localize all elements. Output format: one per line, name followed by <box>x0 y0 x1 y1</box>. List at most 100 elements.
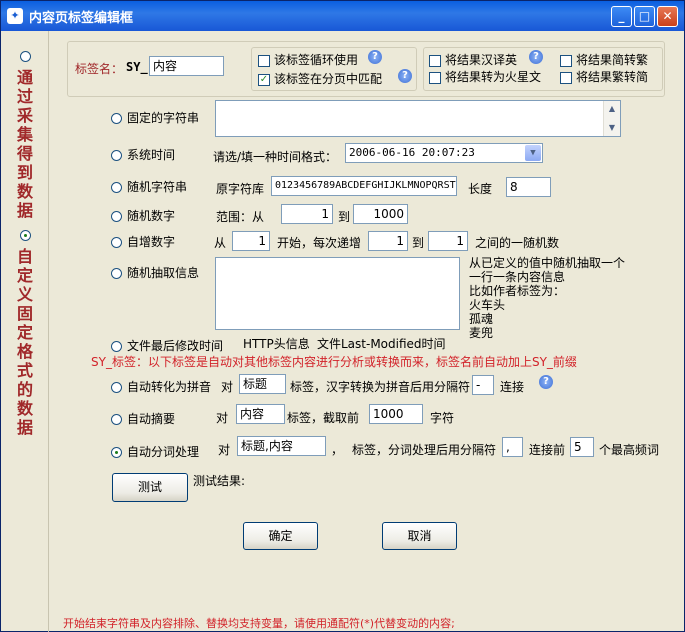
radio-custom-format[interactable] <box>20 230 31 241</box>
radio-random-extract[interactable] <box>111 268 122 279</box>
summary-tag-input[interactable]: 内容 <box>236 404 285 424</box>
increment-to-input[interactable]: 1 <box>428 231 468 251</box>
test-result-label: 测试结果: <box>193 474 246 488</box>
cancel-button[interactable]: 取消 <box>382 522 457 550</box>
option-auto-increment[interactable]: 自增数字 <box>111 233 175 250</box>
label-custom-format: 自定义固定格式的数据 <box>14 248 33 438</box>
simp-to-trad-option[interactable]: 将结果简转繁 <box>560 51 648 68</box>
radio-system-time[interactable] <box>111 150 122 161</box>
increment-from-label: 从 <box>214 236 227 250</box>
pinyin-join-label: 连接 <box>500 380 525 394</box>
close-icon: ✕ <box>662 9 673 23</box>
minimize-button[interactable]: _ <box>611 6 632 27</box>
system-time-label: 系统时间 <box>127 148 176 162</box>
radio-auto-segment[interactable] <box>111 447 122 458</box>
range-to-input[interactable]: 1000 <box>353 204 408 224</box>
pinyin-separator-input[interactable]: - <box>472 375 494 395</box>
translate-option[interactable]: 将结果汉译英 <box>429 51 517 68</box>
radio-auto-pinyin[interactable] <box>111 382 122 393</box>
hint-line: 孤魂 <box>469 312 494 326</box>
maximize-button[interactable]: □ <box>634 6 655 27</box>
segment-count-input[interactable]: 5 <box>570 437 594 457</box>
loop-use-checkbox[interactable] <box>258 54 270 67</box>
increment-from-input[interactable]: 1 <box>232 231 270 251</box>
scroll-up-icon[interactable]: ▲ <box>606 103 618 115</box>
length-input[interactable]: 8 <box>506 177 551 197</box>
option-auto-segment[interactable]: 自动分词处理 <box>111 443 199 460</box>
radio-collected-data[interactable] <box>20 51 31 62</box>
increment-step-input[interactable]: 1 <box>368 231 408 251</box>
random-extract-label: 随机抽取信息 <box>127 266 200 280</box>
summary-for-label: 对 <box>216 411 229 425</box>
ok-button[interactable]: 确定 <box>243 522 318 550</box>
tag-prefix: SY_ <box>126 60 148 74</box>
translate-checkbox[interactable] <box>429 54 441 67</box>
range-to-label: 到 <box>338 210 351 224</box>
help-icon[interactable]: ? <box>398 69 412 83</box>
dialog-window: ✦ 内容页标签编辑框 _ □ ✕ 通过采集得到数据 自定义固定格式的数据 标签名… <box>0 0 685 632</box>
radio-random-string[interactable] <box>111 182 122 193</box>
segment-comma: ， <box>331 443 344 457</box>
segment-join-label: 连接前 <box>529 443 566 457</box>
summary-desc-label: 标签，截取前 <box>287 411 360 425</box>
option-random-extract[interactable]: 随机抽取信息 <box>111 264 199 281</box>
option-file-modified[interactable]: 文件最后修改时间 <box>111 337 223 354</box>
option-random-number[interactable]: 随机数字 <box>111 207 175 224</box>
trad-to-simp-option[interactable]: 将结果繁转简 <box>560 68 648 85</box>
option-system-time[interactable]: 系统时间 <box>111 146 175 163</box>
mars-text-option[interactable]: 将结果转为火星文 <box>429 68 541 85</box>
tag-name-input[interactable]: 内容 <box>149 56 224 76</box>
segment-separator-input[interactable]: , <box>502 437 523 457</box>
option-auto-pinyin[interactable]: 自动转化为拼音 <box>111 378 211 395</box>
auto-pinyin-label: 自动转化为拼音 <box>127 380 212 394</box>
random-extract-textarea[interactable] <box>215 257 460 330</box>
radio-fixed-string[interactable] <box>111 113 122 124</box>
help-icon[interactable]: ? <box>539 375 553 389</box>
radio-random-number[interactable] <box>111 211 122 222</box>
minimize-icon: _ <box>618 9 625 23</box>
test-button[interactable]: 测试 <box>112 473 188 502</box>
option-auto-summary[interactable]: 自动摘要 <box>111 410 175 427</box>
pinyin-desc-label: 标签，汉字转换为拼音后用分隔符 <box>290 380 471 394</box>
range-label: 范围：从 <box>216 210 265 224</box>
segment-desc-label: 标签，分词处理后用分隔符 <box>352 443 497 457</box>
source-type-panel: 通过采集得到数据 自定义固定格式的数据 <box>1 31 49 632</box>
option-random-string[interactable]: 随机字符串 <box>111 178 187 195</box>
fixed-string-textarea[interactable]: ▲ ▼ <box>215 100 621 137</box>
pinyin-tag-input[interactable]: 标题 <box>239 374 286 394</box>
title-bar[interactable]: ✦ 内容页标签编辑框 _ □ ✕ <box>1 1 684 31</box>
simp-to-trad-checkbox[interactable] <box>560 54 572 67</box>
scroll-down-icon[interactable]: ▼ <box>606 122 618 134</box>
time-format-select[interactable]: 2006-06-16 20:07:23 ▼ <box>345 143 543 163</box>
help-icon[interactable]: ? <box>368 50 382 64</box>
trad-to-simp-checkbox[interactable] <box>560 71 572 84</box>
match-in-pages-option[interactable]: ✓ 该标签在分页中匹配 <box>258 70 382 87</box>
tag-name-label: 标签名： <box>75 62 124 76</box>
hint-line: 麦兜 <box>469 326 494 340</box>
source-chars-label: 原字符库 <box>216 182 265 196</box>
summary-length-input[interactable]: 1000 <box>369 404 423 424</box>
increment-step-label: 开始，每次递增 <box>277 236 362 250</box>
fixed-string-scrollbar[interactable]: ▲ ▼ <box>603 101 620 136</box>
radio-auto-summary[interactable] <box>111 414 122 425</box>
footer-note: 开始结束字符串及内容排除、替换均支持变量，请使用通配符(*)代替变动的内容; <box>63 617 455 630</box>
segment-tags-input[interactable]: 标题,内容 <box>237 436 326 456</box>
loop-use-option[interactable]: 该标签循环使用 <box>258 51 358 68</box>
hint-line: 比如作者标签为： <box>469 284 566 298</box>
radio-file-modified[interactable] <box>111 341 122 352</box>
last-modified-label: 文件Last-Modified时间 <box>317 337 446 351</box>
help-icon[interactable]: ? <box>529 50 543 64</box>
loop-use-label: 该标签循环使用 <box>274 53 359 67</box>
radio-auto-increment[interactable] <box>111 237 122 248</box>
http-header-label: HTTP头信息 <box>243 337 310 351</box>
source-chars-input[interactable]: 0123456789ABCDEFGHIJKLMNOPQRSTUVWXYZ <box>271 176 457 196</box>
time-format-label: 请选/填一种时间格式： <box>213 150 338 164</box>
option-fixed-string[interactable]: 固定的字符串 <box>111 109 199 126</box>
auto-summary-label: 自动摘要 <box>127 412 176 426</box>
mars-text-checkbox[interactable] <box>429 71 441 84</box>
match-in-pages-checkbox[interactable]: ✓ <box>258 73 270 86</box>
close-button[interactable]: ✕ <box>657 6 678 27</box>
random-extract-hint: 从已定义的值中随机抽取一个 一行一条内容信息 比如作者标签为： 火车头 孤魂 麦… <box>469 256 625 340</box>
chevron-down-icon[interactable]: ▼ <box>525 145 541 161</box>
range-from-input[interactable]: 1 <box>281 204 333 224</box>
